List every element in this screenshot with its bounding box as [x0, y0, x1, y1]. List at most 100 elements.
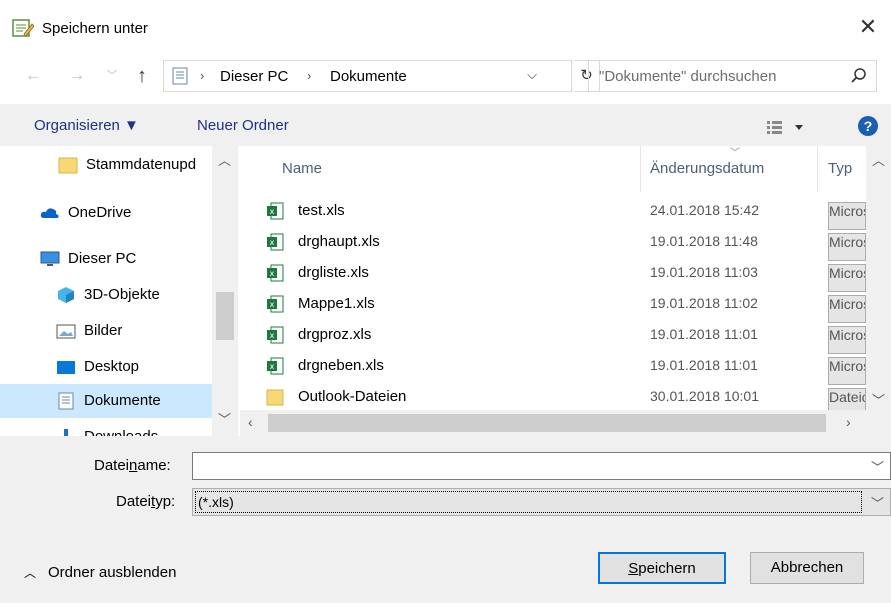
- sidebar-item-dieser-pc[interactable]: Dieser PC: [0, 242, 212, 276]
- table-row[interactable]: x drgneben.xls 19.01.2018 11:01 Micros: [260, 351, 866, 385]
- recent-locations-chevron-icon[interactable]: ﹀: [104, 64, 120, 88]
- scrollbar-thumb[interactable]: [216, 292, 234, 340]
- documents-icon: [58, 392, 74, 410]
- file-list-vertical-scrollbar[interactable]: ︿ ﹀: [866, 146, 891, 410]
- address-dropdown-chevron-icon[interactable]: ⌵: [527, 67, 537, 83]
- column-header-name[interactable]: Name: [240, 146, 640, 192]
- excel-file-icon: x: [267, 233, 284, 251]
- computer-icon: [40, 251, 60, 266]
- save-label: peichern: [638, 560, 696, 577]
- filename-label: Dateiname:: [94, 457, 171, 474]
- file-type: Micros: [828, 326, 866, 354]
- sidebar-item-onedrive[interactable]: OneDrive: [0, 196, 212, 230]
- table-row[interactable]: x Mappe1.xls 19.01.2018 11:02 Micros: [260, 289, 866, 323]
- file-name: drgproz.xls: [298, 326, 372, 343]
- column-header-type[interactable]: Typ: [818, 146, 866, 192]
- filetype-select[interactable]: (*.xls) ﹀: [192, 488, 891, 516]
- table-row[interactable]: Outlook-Dateien 30.01.2018 10:01 Dateio: [260, 382, 866, 416]
- up-arrow-icon[interactable]: ↑: [130, 64, 154, 88]
- scroll-down-chevron-icon[interactable]: ﹀: [872, 390, 885, 409]
- cancel-button[interactable]: Abbrechen: [750, 552, 864, 584]
- address-bar[interactable]: › Dieser PC › Dokumente ⌵: [163, 60, 572, 92]
- file-name: drgneben.xls: [298, 357, 384, 374]
- save-button[interactable]: Speichern: [598, 552, 726, 584]
- file-name: Outlook-Dateien: [298, 388, 407, 405]
- file-list-horizontal-scrollbar[interactable]: ‹ ›: [240, 410, 891, 436]
- file-date: 19.01.2018 11:01: [650, 357, 758, 373]
- sidebar-item-dokumente[interactable]: Dokumente: [0, 384, 212, 418]
- chevron-down-icon[interactable]: ﹀: [871, 457, 884, 476]
- sidebar-item-label: Stammdatenupd: [86, 156, 197, 173]
- sidebar-item-stammdaten[interactable]: Stammdatenupd: [0, 148, 212, 182]
- hide-folders-toggle[interactable]: ︿ Ordner ausblenden: [24, 564, 176, 581]
- filetype-label: Dateityp:: [116, 493, 175, 510]
- command-toolbar: Organisieren ▼ Neuer Ordner ?: [0, 104, 891, 146]
- column-header-label: Änderungsdatum: [650, 160, 765, 177]
- new-folder-button[interactable]: Neuer Ordner: [197, 117, 289, 134]
- sidebar-item-label: OneDrive: [68, 204, 132, 221]
- sidebar-item-bilder[interactable]: Bilder: [0, 314, 212, 348]
- close-icon[interactable]: ✕: [855, 14, 881, 40]
- table-row[interactable]: x test.xls 24.01.2018 15:42 Micros: [260, 196, 866, 230]
- file-type: Micros: [828, 233, 866, 261]
- breadcrumb-dieser-pc[interactable]: Dieser PC: [220, 68, 288, 85]
- folder-icon: [266, 389, 284, 406]
- back-arrow-icon[interactable]: ←: [22, 64, 44, 88]
- column-header-label: Name: [282, 160, 323, 177]
- column-header-date[interactable]: Änderungsdatum: [641, 146, 817, 192]
- cloud-icon: [40, 208, 59, 218]
- svg-text:x: x: [270, 331, 275, 340]
- help-icon[interactable]: ?: [858, 116, 878, 136]
- navigation-pane: Stammdatenupd OneDrive Dieser PC 3D-Obje…: [0, 146, 238, 436]
- desktop-icon: [57, 361, 75, 374]
- scroll-right-chevron-icon[interactable]: ›: [846, 414, 851, 430]
- sidebar-item-label: 3D-Objekte: [84, 286, 160, 303]
- scroll-left-chevron-icon[interactable]: ‹: [248, 414, 253, 430]
- table-row[interactable]: x drgproz.xls 19.01.2018 11:01 Micros: [260, 320, 866, 354]
- sidebar-item-downloads[interactable]: Downloads: [0, 420, 212, 436]
- column-header-label: Typ: [828, 160, 853, 177]
- file-date: 19.01.2018 11:01: [650, 326, 758, 342]
- folder-icon: [58, 157, 78, 174]
- address-row: ← → ﹀ ↑ › Dieser PC › Dokumente ⌵ ↻ "Dok…: [0, 54, 891, 104]
- navigation-scrollbar[interactable]: ︿ ﹀: [212, 146, 237, 436]
- title-bar: Speichern unter ✕: [0, 0, 891, 54]
- sidebar-item-label: Downloads: [84, 428, 158, 436]
- chevron-down-icon[interactable]: ﹀: [871, 493, 884, 512]
- search-input[interactable]: "Dokumente" durchsuchen: [588, 60, 877, 92]
- file-list: ﹀ Name Änderungsdatum Typ x test.xls 24.…: [240, 146, 891, 436]
- excel-file-icon: x: [267, 357, 284, 375]
- file-name: drgliste.xls: [298, 264, 369, 281]
- search-icon: [851, 68, 866, 83]
- organize-button[interactable]: Organisieren ▼: [34, 117, 139, 134]
- sidebar-item-desktop[interactable]: Desktop: [0, 350, 212, 384]
- file-type: Micros: [828, 295, 866, 323]
- scrollbar-thumb[interactable]: [268, 414, 826, 432]
- excel-file-icon: x: [267, 295, 284, 313]
- sidebar-item-label: Dokumente: [84, 392, 161, 409]
- chevron-up-icon: ︿: [24, 566, 37, 580]
- excel-file-icon: x: [267, 264, 284, 282]
- file-date: 30.01.2018 10:01: [650, 388, 759, 404]
- filename-field[interactable]: ﹀: [192, 452, 891, 480]
- table-row[interactable]: x drgliste.xls 19.01.2018 11:03 Micros: [260, 258, 866, 292]
- forward-arrow-icon[interactable]: →: [66, 64, 88, 88]
- file-name: drghaupt.xls: [298, 233, 380, 250]
- download-icon: [64, 429, 68, 436]
- save-options-panel: Dateiname: ﹀ Dateityp: (*.xls) ﹀ ︿ Ordner…: [0, 436, 891, 603]
- file-date: 24.01.2018 15:42: [650, 202, 759, 218]
- cube-icon: [58, 287, 74, 303]
- file-type: Micros: [828, 264, 866, 292]
- scroll-up-chevron-icon[interactable]: ︿: [872, 150, 885, 169]
- breadcrumb-dokumente[interactable]: Dokumente: [330, 68, 407, 85]
- scroll-down-chevron-icon[interactable]: ﹀: [218, 409, 231, 428]
- save-dialog-icon: [12, 19, 34, 37]
- breadcrumb-separator-icon: ›: [307, 68, 312, 83]
- label-text: yp:: [155, 493, 176, 510]
- sidebar-item-label: Bilder: [84, 322, 123, 339]
- table-row[interactable]: x drghaupt.xls 19.01.2018 11:48 Micros: [260, 227, 866, 261]
- scroll-up-chevron-icon[interactable]: ︿: [218, 150, 231, 169]
- view-options-icon[interactable]: [765, 117, 807, 137]
- sidebar-item-3d-objekte[interactable]: 3D-Objekte: [0, 278, 212, 312]
- svg-text:x: x: [270, 300, 275, 309]
